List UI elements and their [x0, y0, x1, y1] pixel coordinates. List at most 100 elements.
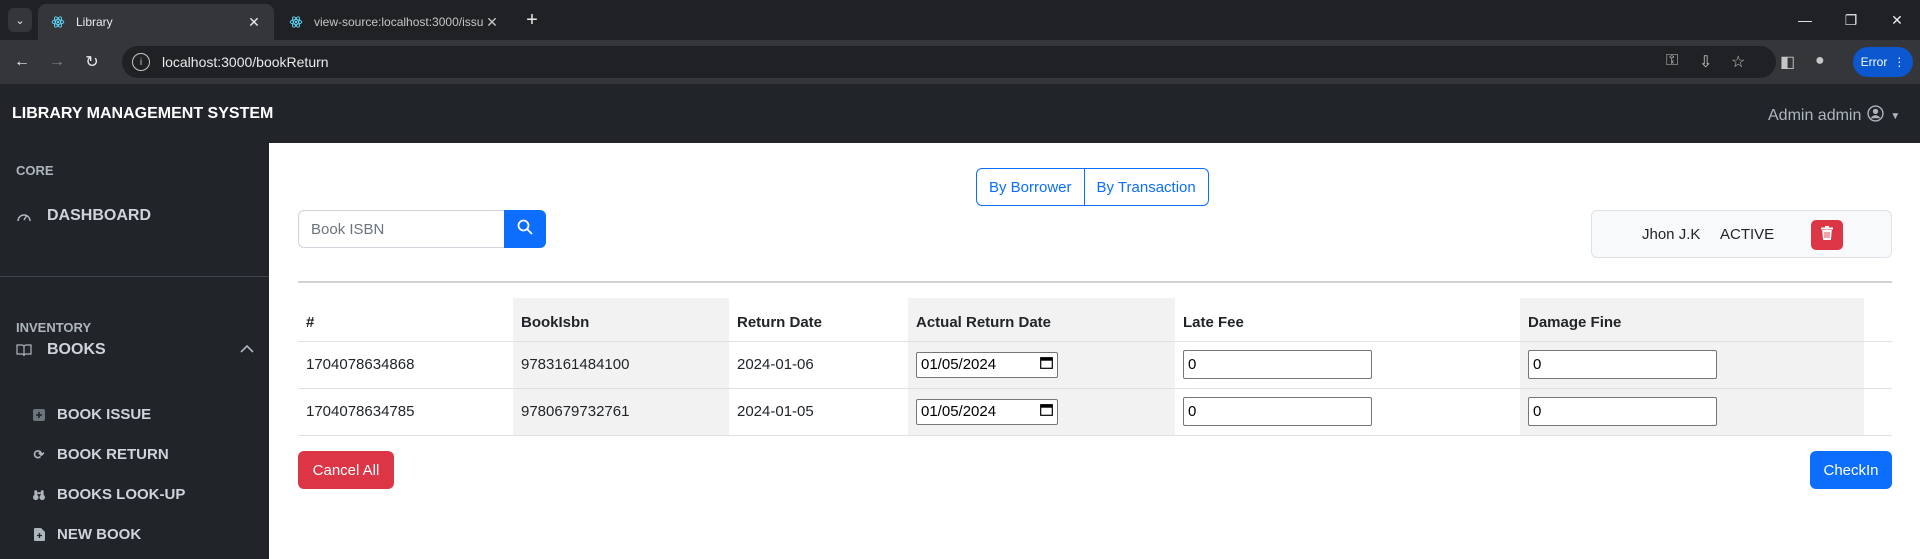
sidebar-item-book-issue[interactable]: BOOK ISSUE	[33, 406, 151, 423]
sidebar-item-new-book[interactable]: NEW BOOK	[33, 526, 141, 543]
checkin-button[interactable]: CheckIn	[1810, 451, 1892, 489]
sidebar-item-book-return[interactable]: ⟳ BOOK RETURN	[33, 446, 169, 463]
profile-error-button[interactable]: Error ⋮	[1853, 47, 1913, 77]
calendar-icon[interactable]	[1040, 403, 1053, 420]
plus-square-icon	[33, 408, 45, 421]
chevron-up-icon	[240, 341, 254, 359]
cell-spacer	[1864, 388, 1892, 436]
star-icon[interactable]: ☆	[1731, 52, 1745, 72]
return-mode-toggle: By Borrower By Transaction	[976, 168, 1209, 206]
forward-arrow-icon[interactable]: →	[43, 48, 71, 76]
minimize-icon[interactable]: —	[1782, 0, 1828, 40]
sidebar-item-books-look-up[interactable]: BOOKS LOOK-UP	[33, 486, 185, 503]
restore-icon[interactable]: ❐	[1828, 0, 1874, 40]
late-fee-input[interactable]: 0	[1183, 397, 1372, 426]
main-content: By Borrower By Transaction Jhon J.K ACTI…	[269, 143, 1920, 559]
table-row: 1704078634868 9783161484100 2024-01-06 0…	[298, 341, 1892, 389]
cell-spacer	[1864, 341, 1892, 389]
by-borrower-button[interactable]: By Borrower	[976, 168, 1085, 206]
search-button[interactable]	[504, 210, 546, 248]
sidebar-item-label: DASHBOARD	[47, 207, 151, 224]
trash-icon	[1821, 225, 1833, 245]
install-app-icon[interactable]: ⇩	[1699, 52, 1712, 72]
sidebar-item-label: BOOK ISSUE	[57, 406, 152, 423]
cell-id: 1704078634868	[298, 341, 513, 389]
borrower-status: ACTIVE	[1720, 226, 1775, 243]
browser-toolbar: ← → ↻ i localhost:3000/bookReturn ⚿ ⇩ ☆ …	[0, 40, 1920, 84]
cell-return-date: 2024-01-05	[729, 388, 908, 436]
table-row: 1704078634785 9780679732761 2024-01-05 0…	[298, 388, 1892, 436]
reload-icon[interactable]: ↻	[78, 48, 106, 76]
browser-tab-view-source[interactable]: view-source:localhost:3000/issu ✕	[276, 4, 512, 40]
side-panel-icon[interactable]: ◧	[1780, 52, 1795, 72]
search-icon	[517, 219, 533, 240]
url-text: localhost:3000/bookReturn	[162, 54, 329, 70]
tab-title: view-source:localhost:3000/issu	[314, 15, 484, 29]
account-icon[interactable]: ●	[1815, 52, 1825, 70]
return-table: # BookIsbn Return Date Actual Return Dat…	[298, 298, 1892, 436]
column-header-isbn: BookIsbn	[513, 298, 729, 342]
sidebar-item-label: BOOKS LOOK-UP	[57, 486, 186, 503]
address-bar[interactable]: i localhost:3000/bookReturn	[122, 46, 1776, 78]
key-icon[interactable]: ⚿	[1666, 52, 1678, 70]
sidebar-heading-core: CORE	[16, 163, 54, 178]
tab-search-button[interactable]: ⌄	[8, 8, 32, 32]
sidebar-item-dashboard[interactable]: DASHBOARD	[16, 207, 151, 225]
file-plus-icon	[33, 528, 45, 541]
isbn-search-group	[298, 210, 546, 248]
damage-fine-input[interactable]: 0	[1528, 350, 1717, 379]
cell-isbn: 9780679732761	[513, 388, 729, 436]
tab-title: Library	[76, 15, 113, 29]
book-icon	[16, 343, 32, 357]
refresh-icon: ⟳	[33, 446, 45, 462]
browser-tab-library[interactable]: Library ✕	[38, 4, 274, 40]
cell-actual-return-date: 01/05/2024	[908, 341, 1175, 389]
caret-down-icon: ▼	[1890, 110, 1901, 122]
date-value: 01/05/2024	[921, 356, 997, 373]
app-navbar: LIBRARY MANAGEMENT SYSTEM Admin admin ▼	[0, 84, 1920, 143]
react-icon	[50, 14, 66, 30]
table-header-row: # BookIsbn Return Date Actual Return Dat…	[298, 298, 1892, 342]
profile-error-label: Error	[1860, 55, 1888, 69]
sidebar-divider	[0, 276, 269, 277]
close-icon[interactable]: ✕	[484, 14, 500, 31]
user-dropdown[interactable]: Admin admin ▼	[1768, 105, 1900, 127]
sidebar: CORE DASHBOARD INVENTORY BOOKS BOOK ISSU…	[0, 143, 269, 559]
cell-isbn: 9783161484100	[513, 341, 729, 389]
cell-late-fee: 0	[1175, 341, 1520, 389]
cell-id: 1704078634785	[298, 388, 513, 436]
section-divider	[298, 281, 1892, 283]
sidebar-heading-inventory: INVENTORY	[16, 320, 92, 335]
brand-title: LIBRARY MANAGEMENT SYSTEM	[12, 105, 274, 122]
borrower-name: Jhon J.K	[1642, 226, 1701, 243]
damage-fine-input[interactable]: 0	[1528, 397, 1717, 426]
sidebar-item-label: NEW BOOK	[57, 526, 142, 543]
cancel-all-button[interactable]: Cancel All	[298, 451, 394, 489]
calendar-icon[interactable]	[1040, 356, 1053, 373]
browser-tab-bar: ⌄ Library ✕ view-source:localhost:3000/i…	[0, 0, 1920, 40]
speedometer-icon	[16, 209, 32, 223]
isbn-search-input[interactable]	[298, 210, 504, 248]
late-fee-input[interactable]: 0	[1183, 350, 1372, 379]
cell-return-date: 2024-01-06	[729, 341, 908, 389]
binoculars-icon	[33, 489, 45, 501]
cell-actual-return-date: 01/05/2024	[908, 388, 1175, 436]
sidebar-item-books[interactable]: BOOKS	[16, 341, 254, 359]
cell-late-fee: 0	[1175, 388, 1520, 436]
user-circle-icon	[1867, 105, 1885, 127]
window-close-icon[interactable]: ✕	[1874, 0, 1920, 40]
new-tab-button[interactable]: +	[520, 8, 544, 32]
cell-damage-fine: 0	[1520, 341, 1864, 389]
column-header-actual-return-date: Actual Return Date	[908, 298, 1175, 342]
back-arrow-icon[interactable]: ←	[8, 48, 36, 76]
close-icon[interactable]: ✕	[246, 14, 262, 31]
site-info-icon[interactable]: i	[132, 53, 150, 71]
user-name: Admin admin	[1768, 107, 1862, 124]
column-header-damage-fine: Damage Fine	[1520, 298, 1864, 342]
by-transaction-button[interactable]: By Transaction	[1084, 168, 1209, 206]
actual-return-date-input[interactable]: 01/05/2024	[916, 398, 1058, 425]
actual-return-date-input[interactable]: 01/05/2024	[916, 351, 1058, 378]
column-header-late-fee: Late Fee	[1175, 298, 1520, 342]
date-value: 01/05/2024	[921, 403, 997, 420]
delete-borrower-button[interactable]	[1811, 220, 1843, 250]
